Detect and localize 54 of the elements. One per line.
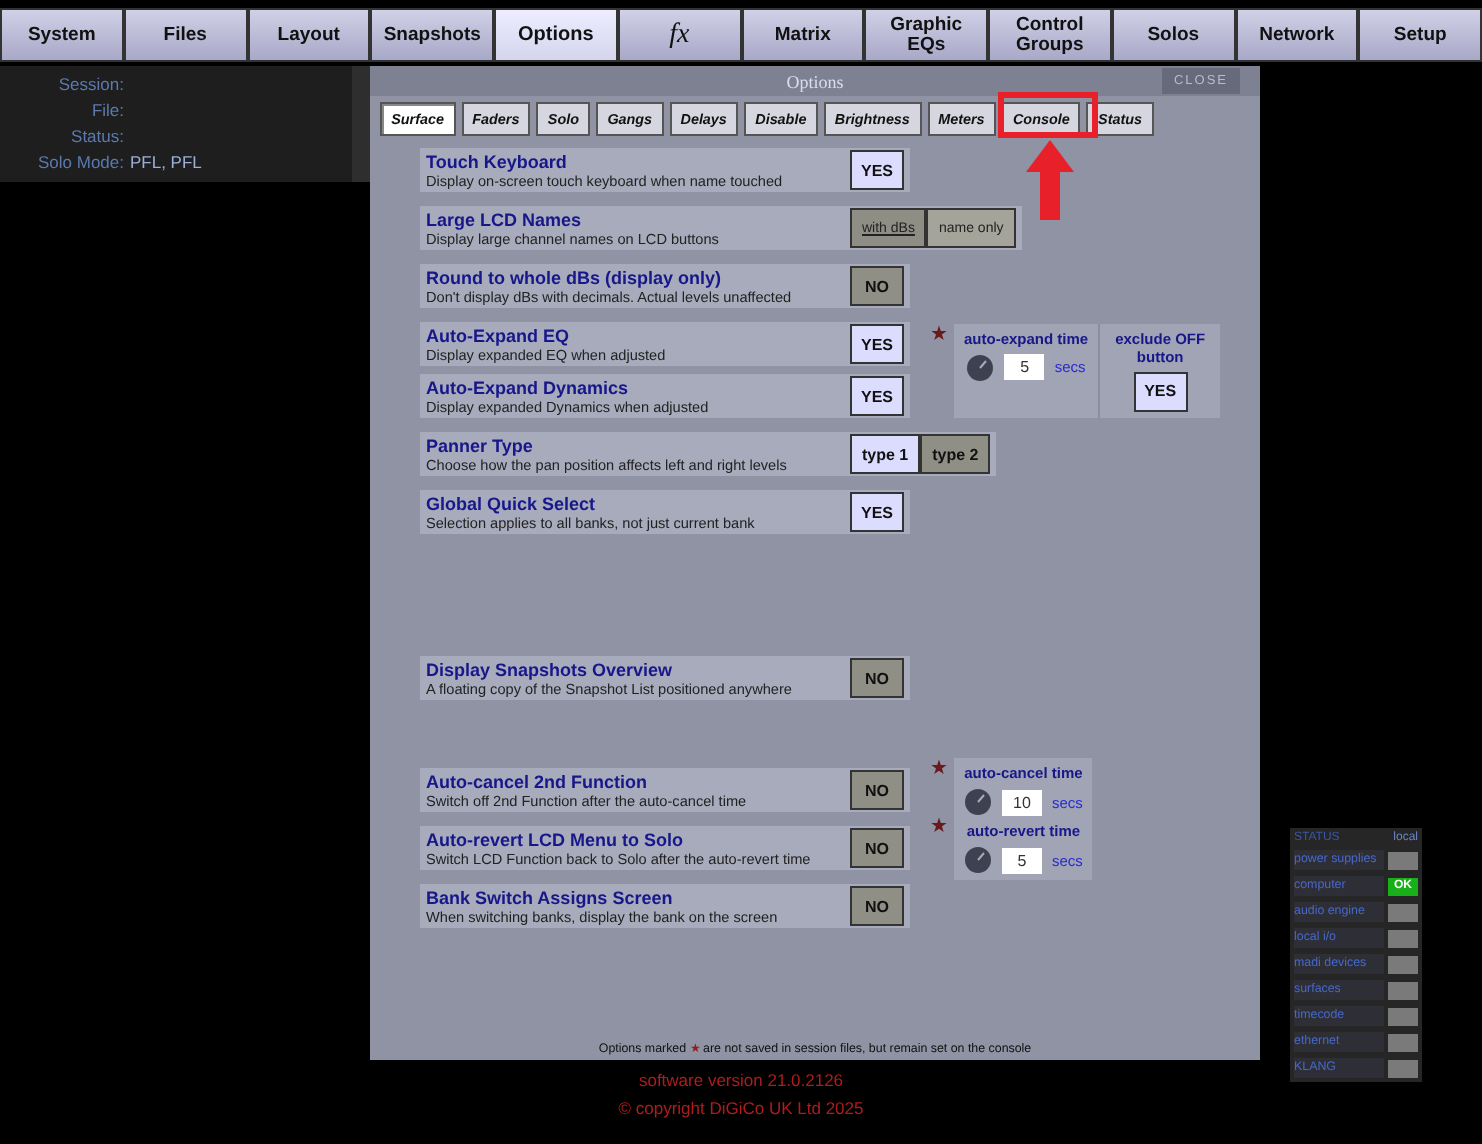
menu-tab[interactable]: Snapshots <box>370 8 494 62</box>
setting-title: Auto-revert LCD Menu to Solo <box>426 829 685 849</box>
info-label: Solo Mode: <box>36 150 124 176</box>
toggle-button[interactable]: YES <box>850 492 904 532</box>
menu-tab[interactable]: Setup <box>1358 8 1482 62</box>
up-arrow-icon <box>1026 140 1074 220</box>
knob-icon[interactable] <box>966 353 995 381</box>
time-field[interactable]: 5 <box>1004 354 1045 380</box>
dialog-title: Options <box>786 71 844 91</box>
setting-title: Global Quick Select <box>426 493 598 513</box>
toggle-button[interactable]: NO <box>850 658 904 698</box>
info-label: Status: <box>69 124 124 150</box>
star-mark: ★ <box>930 816 948 840</box>
info-label: File: <box>89 98 124 124</box>
time-field[interactable]: 5 <box>1002 847 1042 873</box>
setting-title: Touch Keyboard <box>426 151 569 171</box>
setting-title: Auto-Expand EQ <box>426 325 571 345</box>
toggle-button[interactable]: YES <box>850 376 904 416</box>
setting-title: Auto-Expand Dynamics <box>426 377 631 397</box>
menu-tab[interactable]: Options <box>494 8 618 62</box>
toggle-button[interactable]: YES <box>1133 371 1188 411</box>
star-mark: ★ <box>930 323 948 347</box>
version-text: software version 21.0.2126 <box>636 1070 846 1090</box>
setting-title: Auto-cancel 2nd Function <box>426 771 650 791</box>
toggle-button[interactable]: YES <box>850 150 904 190</box>
setting-title: Panner Type <box>426 435 535 455</box>
menu-tab[interactable]: Matrix <box>741 8 865 62</box>
time-field[interactable]: 10 <box>1002 789 1042 815</box>
knob-icon[interactable] <box>964 846 992 874</box>
menu-tab[interactable]: System <box>0 8 124 62</box>
setting-title: Large LCD Names <box>426 209 584 229</box>
toggle-button[interactable]: NO <box>850 828 904 868</box>
toggle-button[interactable]: YES <box>850 324 904 364</box>
menu-tab[interactable]: Control Groups <box>988 8 1112 62</box>
menu-tab[interactable]: Solos <box>1111 8 1235 62</box>
menu-tab[interactable]: Graphic EQs <box>864 8 988 62</box>
info-label: Session: <box>56 72 124 98</box>
copyright-text: © copyright DiGiCo UK Ltd 2025 <box>616 1098 866 1118</box>
info-value: PFL, PFL <box>130 150 204 176</box>
setting-title: Round to whole dBs (display only) <box>426 267 723 287</box>
star-mark: ★ <box>930 758 948 782</box>
option-button[interactable]: type 2 <box>920 434 991 474</box>
setting-title: Display Snapshots Overview <box>426 659 675 679</box>
knob-icon[interactable] <box>964 788 992 816</box>
highlight-frame <box>998 92 1098 138</box>
toggle-button[interactable]: NO <box>850 886 904 926</box>
option-button[interactable]: type 1 <box>850 434 921 474</box>
setting-title: Bank Switch Assigns Screen <box>426 887 675 907</box>
menu-tab[interactable]: Files <box>123 8 247 62</box>
toggle-button[interactable]: NO <box>850 266 904 306</box>
menu-tab[interactable]: Network <box>1235 8 1359 62</box>
menu-tab[interactable]: fx <box>617 8 741 62</box>
toggle-button[interactable]: NO <box>850 770 904 810</box>
menu-tab[interactable]: Layout <box>247 8 371 62</box>
